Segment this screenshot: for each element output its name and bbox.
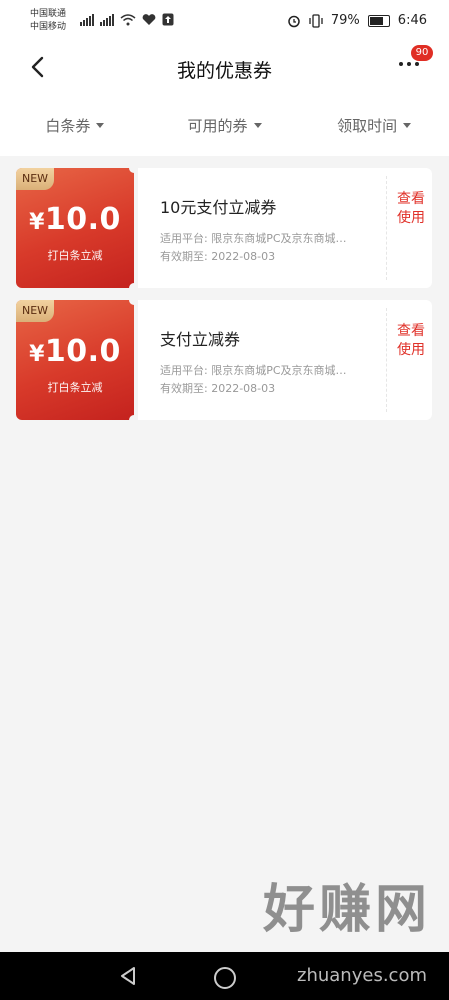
caret-down-icon (96, 122, 105, 128)
wifi-icon (120, 13, 136, 25)
filter-receive-time[interactable]: 领取时间 (299, 115, 449, 136)
filter-label: 可用的券 (187, 116, 248, 135)
filter-bar: 白条券 可用的券 领取时间 (0, 94, 449, 156)
coupon-type: 打白条立减 (47, 381, 103, 394)
coupon-platform: 适用平台: 限京东商城PC及京东商城APP (160, 364, 352, 377)
coupon-value-panel: NEW ¥10.0 打白条立减 (16, 295, 139, 425)
page-title: 我的优惠券 (176, 60, 272, 82)
filter-usable[interactable]: 可用的券 (150, 115, 300, 136)
view-use-button[interactable]: 查看使用 (396, 322, 426, 360)
coupon-amount: ¥10.0 (29, 202, 121, 237)
vibrate-icon (309, 13, 323, 28)
caret-down-icon (253, 122, 262, 128)
signal-4g-icon (100, 13, 114, 26)
more-dots-icon[interactable] (399, 62, 419, 66)
status-bar: 中国联通 中国移动 79% 6:46 (0, 0, 449, 42)
coupon-list: NEW ¥10.0 打白条立减 10元支付立减券 适用平台: 限京东商城PC及京… (16, 163, 432, 432)
carrier-2: 中国移动 (30, 22, 67, 32)
filter-label: 领取时间 (337, 116, 398, 135)
coupon-platform: 适用平台: 限京东商城PC及京东商城APP (160, 232, 352, 245)
upload-icon (162, 13, 174, 26)
coupon-amount: ¥10.0 (29, 334, 121, 369)
coupon-name: 支付立减券 (160, 330, 241, 349)
new-tag: NEW (16, 300, 54, 322)
coupon-detail-panel: 10元支付立减券 适用平台: 限京东商城PC及京东商城APP 有效期至: 202… (138, 168, 432, 288)
battery-percent: 79% (330, 13, 360, 28)
message-count-badge: 90 (411, 45, 433, 61)
battery-icon (367, 14, 390, 27)
filter-coupon-type[interactable]: 白条券 (0, 115, 150, 136)
clock: 6:46 (397, 13, 427, 28)
coupon-detail-panel: 支付立减券 适用平台: 限京东商城PC及京东商城APP 有效期至: 2022-0… (138, 300, 432, 420)
nav-home-icon[interactable] (214, 967, 236, 989)
coupon-type: 打白条立减 (47, 249, 103, 262)
caret-down-icon (403, 122, 412, 128)
coupon-value-panel: NEW ¥10.0 打白条立减 (16, 163, 139, 293)
coupon-expiry: 有效期至: 2022-08-03 (160, 382, 276, 395)
coupon-expiry: 有效期至: 2022-08-03 (160, 250, 276, 263)
status-icons-right: 79% 6:46 (287, 13, 427, 28)
view-use-button[interactable]: 查看使用 (396, 190, 426, 228)
coupon-name: 10元支付立减券 (160, 198, 277, 217)
nav-back-icon[interactable] (118, 966, 138, 986)
coupon-card[interactable]: NEW ¥10.0 打白条立减 支付立减券 适用平台: 限京东商城PC及京东商城… (16, 295, 432, 425)
dashed-divider (386, 308, 387, 412)
carrier-1: 中国联通 (30, 9, 67, 19)
filter-label: 白条券 (45, 116, 91, 135)
alarm-icon (288, 15, 300, 27)
watermark-logo: 好赚网 (262, 880, 431, 940)
dashed-divider (386, 176, 387, 280)
watermark-url: zhuanyes.com (297, 965, 427, 986)
new-tag: NEW (16, 168, 54, 190)
coupon-card[interactable]: NEW ¥10.0 打白条立减 10元支付立减券 适用平台: 限京东商城PC及京… (16, 163, 432, 293)
status-icons-left (80, 13, 174, 26)
heart-icon (142, 13, 156, 25)
carrier-info: 中国联通 中国移动 (30, 8, 66, 34)
signal-5g-icon (80, 13, 94, 26)
header: 我的优惠券 90 (0, 42, 449, 94)
